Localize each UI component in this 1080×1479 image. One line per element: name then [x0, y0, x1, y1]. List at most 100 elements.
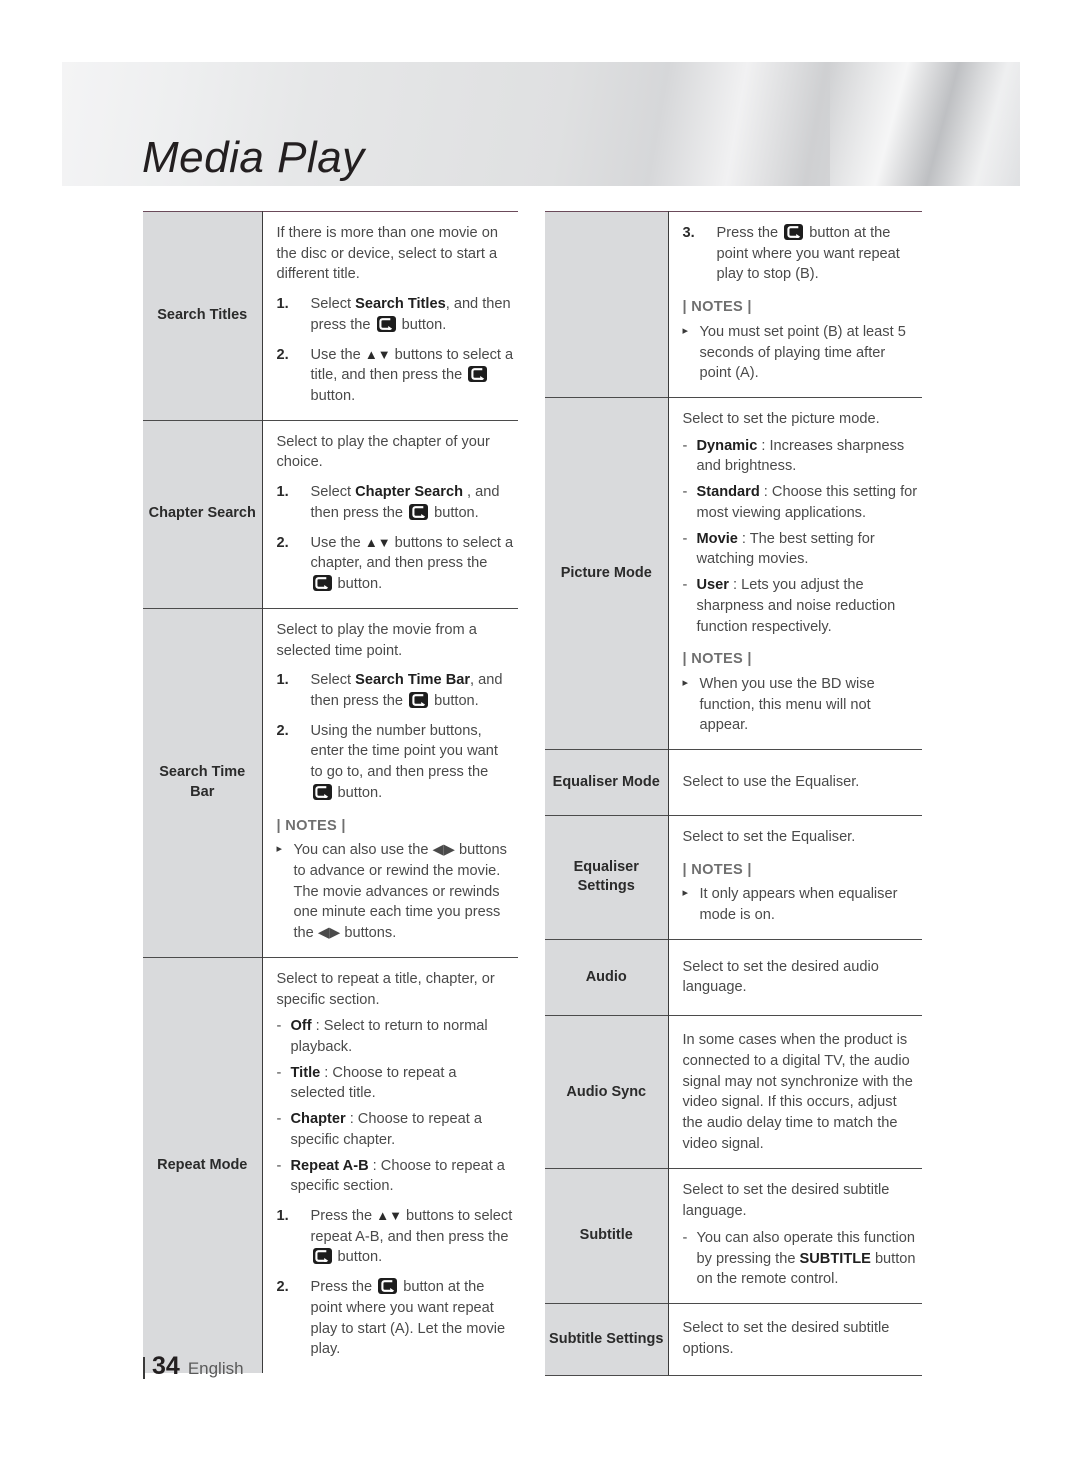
note-text: It only appears when equaliser mode is o… [699, 886, 898, 923]
step-number: 2. [276, 534, 289, 551]
intro-text: Select to set the desired subtitle optio… [682, 1320, 890, 1357]
dash-item: - Chapter : Choose to repeat a specific … [277, 1109, 515, 1150]
table-row: Audio Sync In some cases when the produc… [545, 1015, 922, 1169]
row-label: Equaliser Settings [545, 814, 669, 940]
left-spec-table: Search Titles If there is more than one … [143, 211, 518, 1374]
step-item: 2. Use the ▲▼ buttons to select a chapte… [277, 533, 515, 595]
intro-text: Select to set the desired audio language… [682, 958, 879, 996]
step-text: Select Search Titles, and then press the… [310, 296, 511, 333]
note-bullet-icon: ▸ [682, 887, 689, 900]
row-label: Search Titles [143, 211, 263, 421]
page-number: 34 [152, 1352, 180, 1380]
dash-item: - Dynamic : Increases sharpness and brig… [683, 436, 919, 477]
intro-text: Select to set the picture mode. [682, 411, 880, 428]
enter-button-icon [378, 1278, 398, 1295]
dash-text: Standard : Choose this setting for most … [697, 482, 919, 523]
row-description: Select to use the Equaliser. [668, 749, 922, 816]
intro-text: If there is more than one movie on the d… [276, 225, 498, 283]
table-row: Subtitle Select to set the desired subti… [545, 1168, 922, 1304]
step-item: 2. Press the button at the point where y… [277, 1277, 515, 1360]
step-text: Use the ▲▼ buttons to select a title, an… [310, 346, 514, 405]
dash-bullet-icon: - [682, 577, 688, 594]
row-description: Select to play the chapter of your choic… [262, 419, 518, 609]
row-label: Audio Sync [545, 1015, 669, 1169]
intro-text: Select to use the Equaliser. [682, 774, 860, 791]
row-description: Select to set the Equaliser. | NOTES | ▸… [668, 814, 922, 940]
step-item: 1. Select Chapter Search , and then pres… [277, 482, 515, 523]
enter-button-icon [312, 1248, 332, 1265]
dash-text: Title : Choose to repeat a selected titl… [291, 1063, 515, 1104]
step-number: 1. [276, 296, 289, 313]
enter-button-icon [376, 315, 396, 332]
dash-text: User : Lets you adjust the sharpness and… [697, 575, 919, 637]
row-label: Picture Mode [545, 397, 669, 750]
intro-text: Select to set the Equaliser. [682, 828, 856, 845]
step-number: 2. [276, 346, 289, 363]
notes-heading: | NOTES | [682, 861, 752, 878]
dash-item: - Title : Choose to repeat a selected ti… [277, 1063, 515, 1104]
right-column: 3. Press the button at the point where y… [545, 210, 922, 1377]
enter-button-icon [409, 691, 429, 708]
dash-text: Movie : The best setting for watching mo… [697, 529, 919, 570]
dash-term: Standard [696, 484, 760, 501]
step-number: 1. [276, 1208, 289, 1225]
row-label: Audio [545, 938, 669, 1016]
intro-text: Select to play the movie from a selected… [276, 621, 477, 659]
dash-item: - Repeat A-B : Choose to repeat a specif… [277, 1156, 515, 1197]
content-columns: Search Titles If there is more than one … [143, 210, 922, 1377]
note-bullet-icon: ▸ [682, 324, 689, 337]
note-item: ▸ It only appears when equaliser mode is… [683, 884, 919, 925]
row-description: 3. Press the button at the point where y… [668, 210, 922, 398]
row-label: Repeat Mode [143, 956, 263, 1374]
dash-text: Dynamic : Increases sharpness and bright… [697, 436, 919, 477]
notes-heading: | NOTES | [682, 299, 752, 316]
table-row: Equaliser Settings Select to set the Equ… [545, 814, 922, 940]
step-text: Using the number buttons, enter the time… [310, 722, 498, 801]
enter-button-icon [784, 224, 804, 240]
note-bullet-icon: ▸ [276, 843, 283, 856]
table-row: Subtitle Settings Select to set the desi… [545, 1303, 922, 1377]
dash-text: Chapter : Choose to repeat a specific ch… [291, 1109, 515, 1150]
dash-bullet-icon: - [276, 1157, 282, 1174]
enter-button-icon [312, 575, 332, 592]
up-down-arrows-icon: ▲▼ [364, 346, 391, 362]
step-text: Press the button at the point where you … [716, 224, 900, 283]
dash-body: : Select to return to normal playback. [290, 1018, 488, 1055]
enter-button-icon [312, 783, 332, 800]
intro-text: Select to repeat a title, chapter, or sp… [276, 970, 495, 1008]
notes-heading: | NOTES | [276, 817, 346, 834]
row-description: Select to set the desired audio language… [668, 938, 922, 1016]
note-text: When you use the BD wise function, this … [699, 675, 875, 734]
dash-bullet-icon: - [682, 484, 688, 501]
dash-bullet-icon: - [276, 1111, 282, 1128]
note-item: ▸ When you use the BD wise function, thi… [683, 674, 919, 736]
table-row: Audio Select to set the desired audio la… [545, 938, 922, 1016]
row-label: Subtitle Settings [545, 1303, 669, 1377]
page-footer: 34 English [143, 1352, 244, 1381]
dash-term: Dynamic [696, 437, 758, 454]
notes-heading: | NOTES | [682, 651, 752, 668]
step-text: Select Search Time Bar, and then press t… [310, 672, 503, 709]
enter-button-icon [409, 503, 429, 520]
dash-term: User [696, 577, 729, 594]
table-row: Chapter Search Select to play the chapte… [143, 419, 518, 609]
dash-term: Off [290, 1018, 312, 1035]
page-title: Media Play [142, 133, 365, 182]
left-column: Search Titles If there is more than one … [143, 211, 518, 1376]
step-text: Use the ▲▼ buttons to select a chapter, … [310, 534, 514, 593]
step-number: 3. [682, 225, 695, 241]
dash-item: - Standard : Choose this setting for mos… [683, 482, 919, 523]
table-row: Repeat Mode Select to repeat a title, ch… [143, 956, 518, 1374]
intro-text: Select to play the chapter of your choic… [276, 433, 490, 471]
step-number: 1. [276, 484, 289, 501]
dash-bullet-icon: - [682, 437, 688, 454]
step-text: Press the button at the point where you … [310, 1278, 506, 1358]
step-item: 1. Select Search Titles, and then press … [277, 294, 515, 335]
row-label [545, 210, 669, 398]
row-description: Select to set the desired subtitle optio… [668, 1303, 922, 1377]
dash-bullet-icon: - [682, 1229, 688, 1246]
table-row: Equaliser Mode Select to use the Equalis… [545, 749, 922, 816]
dash-bullet-icon: - [276, 1018, 282, 1035]
row-label: Subtitle [545, 1168, 669, 1304]
dash-term: Movie [696, 530, 738, 547]
